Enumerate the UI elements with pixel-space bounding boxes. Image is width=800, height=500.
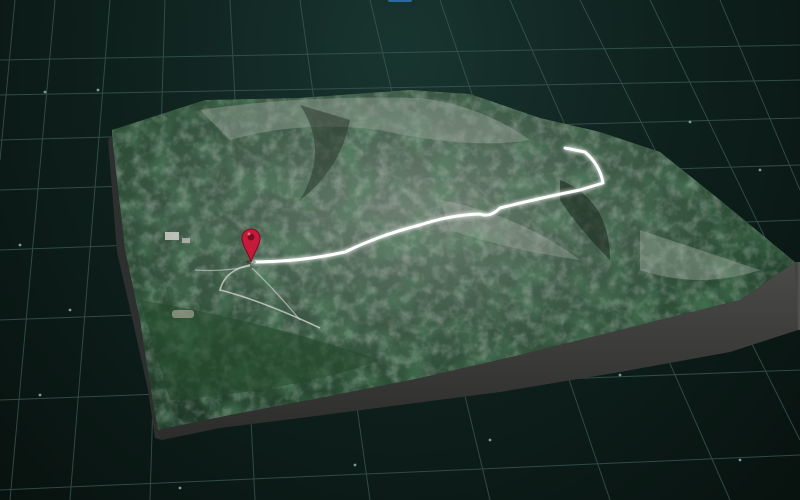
- map-viewport[interactable]: [0, 0, 800, 500]
- terrain-scene[interactable]: [0, 0, 800, 500]
